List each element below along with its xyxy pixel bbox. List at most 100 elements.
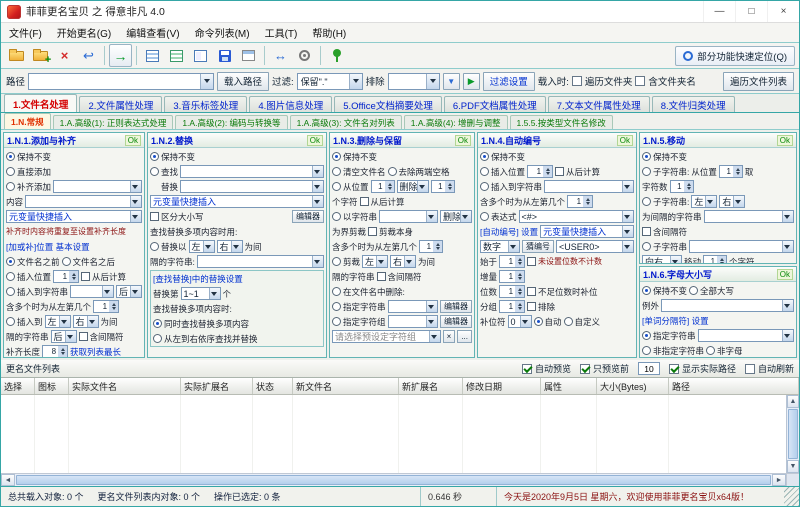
p5-substr-between-radio[interactable] [642,197,651,206]
column-real-ext[interactable]: 实际扩展名 [181,378,253,394]
p3-from-end-checkbox[interactable] [359,197,369,206]
include-folder-name-checkbox[interactable]: 含文件夹名 [635,74,696,88]
p6-non-spec-radio[interactable] [642,346,651,356]
swap-button[interactable]: ↔ [269,44,292,67]
column-new-filename[interactable]: 新文件名 [293,378,399,394]
filter-combo[interactable]: 保留"." [296,72,363,90]
p5-pos-spinner[interactable]: 1 [718,165,743,178]
p3-spec-set-combo[interactable] [387,315,438,328]
p3-clear-name-radio[interactable] [332,167,341,176]
p3-nth-spinner[interactable]: 1 [419,240,444,253]
p4-insert-pos-radio[interactable] [480,167,489,176]
p2-find-radio[interactable] [150,167,159,176]
add-files-button[interactable] [29,44,52,67]
command-list-button[interactable] [141,44,164,67]
p4-exclude-checkbox[interactable] [527,302,537,311]
p4-custom-radio[interactable] [563,317,573,326]
p3-pos-spinner[interactable]: 1 [370,180,395,193]
p1-before-after-combo[interactable]: 后 [116,285,142,298]
p1-keep-radio[interactable] [6,152,15,161]
p1-pad-length-spinner[interactable]: 8 [42,345,69,357]
show-real-path-checkbox[interactable]: 显示实际路径 [668,362,736,375]
p1-between-combo[interactable]: 后 [50,330,77,343]
p3-preset-combo[interactable]: 请选择预设定字符组 [332,330,441,343]
p4-pad-char-combo[interactable]: 0 [507,315,532,328]
p1-pad-add-combo[interactable] [53,180,142,193]
p6-non-alpha-radio[interactable] [706,346,716,356]
vertical-scrollbar[interactable]: ▲ ▼ [786,395,799,473]
p1-include-sep-checkbox[interactable] [78,332,88,341]
p2-case-checkbox[interactable] [150,212,159,221]
p2-simultaneous-radio[interactable] [153,319,162,328]
p4-nth-spinner[interactable]: 1 [567,195,594,208]
menu-tools[interactable]: 工具(T) [265,25,298,40]
p4-user-var-combo[interactable]: <USER0> [556,240,634,253]
column-size[interactable]: 大小(Bytes) [597,378,669,394]
column-path[interactable]: 路径 [669,378,799,394]
p1-get-longest-link[interactable]: 获取列表最长 [70,346,121,358]
load-path-button[interactable]: 载入路径 [217,71,270,91]
p4-insert-pos-spinner[interactable]: 1 [527,165,554,178]
menu-edit-view[interactable]: 编辑查看(V) [126,25,179,40]
p2-editor-button[interactable]: 编辑器 [292,210,324,223]
p5-substr-combo-radio[interactable] [642,242,651,251]
auto-preview-checkbox[interactable]: 自动预览 [521,362,571,375]
quick-locate-button[interactable]: 部分功能快速定位(Q) [675,45,795,66]
p3-delete-combo[interactable]: 删除 [396,180,429,193]
p2-keep-radio[interactable] [150,152,159,161]
p5-keep-radio[interactable] [642,152,651,161]
tab-filename[interactable]: 1.文件名处理 [4,94,78,112]
p1-insert-between-radio[interactable] [6,317,15,326]
filter-settings-button[interactable]: 过滤设置 [482,71,535,91]
p3-string-combo[interactable] [379,210,438,223]
p4-auto-radio[interactable] [533,317,543,326]
resize-grip[interactable] [784,487,799,506]
p1-left-combo[interactable]: 左 [44,315,71,328]
menu-start-rename[interactable]: 开始更名(G) [57,25,111,40]
p4-expression-radio[interactable] [480,212,489,221]
tab-file-attrs[interactable]: 2.文件属性处理 [79,96,163,112]
tab-file-classify[interactable]: 8.文件归类处理 [651,96,735,112]
p4-meta-insert-combo[interactable]: 元变量快捷插入 [540,225,634,238]
p2-between-combo[interactable] [196,255,324,268]
menu-help[interactable]: 帮助(H) [312,25,346,40]
p1-content-combo[interactable] [25,195,142,208]
p1-insert-pos-spinner[interactable]: 1 [53,270,80,283]
minimize-button[interactable]: — [703,1,735,22]
p1-insert-pos-radio[interactable] [6,272,15,281]
subtab-general[interactable]: 1.N.常规 [4,113,51,129]
close-button[interactable]: × [767,1,799,22]
p4-step-spinner[interactable]: 1 [499,270,526,283]
maximize-button[interactable]: □ [735,1,767,22]
p4-number-type-combo[interactable]: 数字 [480,240,520,253]
menu-command-list[interactable]: 命令列表(M) [195,25,250,40]
subtab-name-pairs[interactable]: 1.A.高级(3): 文件名对列表 [289,115,402,129]
p3-more-button[interactable]: ... [457,330,472,343]
filter-options-button[interactable]: ▼ [442,72,460,90]
column-icon[interactable]: 图标 [35,378,69,394]
horizontal-scroll-thumb[interactable] [16,475,771,485]
p6-keep-radio[interactable] [642,286,651,296]
p1-nth-spinner[interactable]: 1 [93,300,120,313]
p3-editor-button-2[interactable]: 编辑器 [440,315,472,328]
preview-first-checkbox[interactable]: 只预览前 [579,362,629,375]
p2-left-combo[interactable]: 左 [188,240,215,253]
ok-button[interactable]: Ok [306,134,323,146]
p2-right-combo[interactable]: 右 [216,240,243,253]
p1-insert-string-combo[interactable] [70,285,114,298]
p4-expression-combo[interactable]: <#> [518,210,634,223]
p6-except-combo[interactable] [661,299,794,313]
traverse-file-list-button[interactable]: 遍历文件列表 [722,71,794,91]
p3-delete-in-name-radio[interactable] [332,287,341,296]
subtab-regex[interactable]: 1.A.高级(1): 正则表达式处理 [52,115,174,129]
p4-from-end-checkbox[interactable] [555,167,565,176]
p3-spec-set-radio[interactable] [332,317,341,326]
column-modified-date[interactable]: 修改日期 [463,378,541,394]
p1-before-name-radio[interactable] [6,257,15,266]
tab-text-attrs[interactable]: 7.文本文件属性处理 [547,96,650,112]
window-list-button[interactable] [237,44,260,67]
p3-from-pos-radio[interactable] [332,182,341,191]
start-rename-button[interactable]: → [109,44,132,67]
preview-list-button[interactable] [189,44,212,67]
column-new-ext[interactable]: 新扩展名 [399,378,463,394]
